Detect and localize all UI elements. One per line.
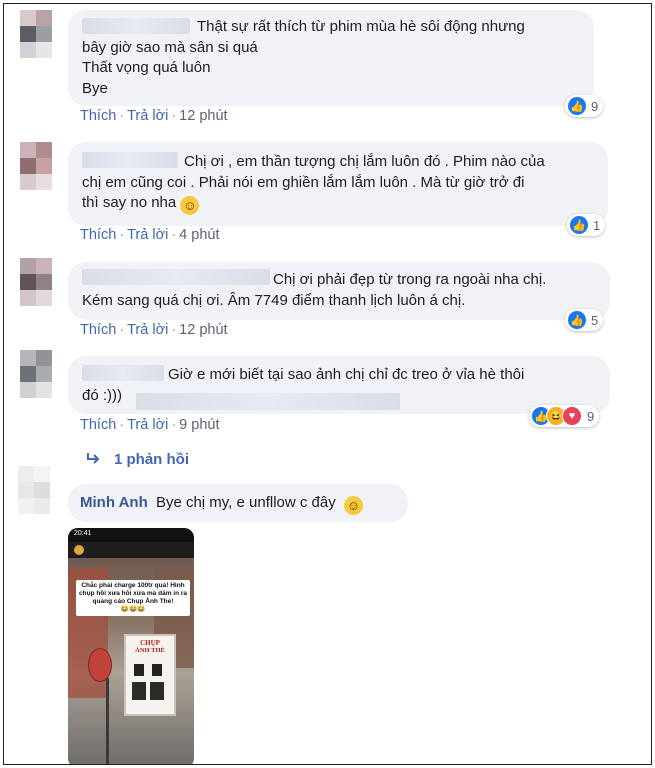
- separator-dot: ·: [119, 227, 125, 243]
- comment-line: thì say no nha ☺: [82, 193, 608, 215]
- avatar[interactable]: [18, 466, 50, 514]
- status-time: 20:41: [74, 530, 92, 537]
- reaction-count: 9: [587, 408, 595, 424]
- profile-icon: [74, 545, 84, 555]
- reply-link[interactable]: Trả lời: [127, 322, 168, 338]
- comment-thread: Thật sự rất thích từ phim mùa hè sôi độn…: [3, 3, 652, 765]
- like-link[interactable]: Thích: [80, 417, 116, 433]
- like-link[interactable]: Thích: [80, 227, 116, 243]
- comment-bubble: Chị ơi phải đẹp từ trong ra ngoài nha ch…: [68, 262, 610, 320]
- sign-pole: [106, 678, 109, 764]
- comment-line: Giờ e mới biết tại sao ảnh chị chỉ đc tr…: [168, 366, 525, 383]
- reply-text: Bye chị my, e unfllow c đây: [155, 494, 336, 511]
- love-reaction-icon: ♥: [562, 406, 582, 426]
- like-reaction-icon: 👍: [570, 216, 588, 234]
- view-replies-link[interactable]: 1 phản hồi: [86, 451, 189, 468]
- comment-actions: Thích · Trả lời · 12 phút: [80, 322, 228, 338]
- comment-line: chị em cũng coi . Phải nói em ghiền lắm …: [82, 173, 525, 191]
- separator-dot: ·: [171, 417, 177, 433]
- separator-dot: ·: [171, 322, 177, 338]
- timestamp[interactable]: 4 phút: [179, 227, 219, 243]
- comment-line: Chị ơi phải đẹp từ trong ra ngoài nha ch…: [273, 271, 547, 288]
- timestamp[interactable]: 12 phút: [179, 108, 227, 124]
- reply-link[interactable]: Trả lời: [127, 227, 168, 243]
- reaction-summary[interactable]: 👍 😆 ♥ 9: [529, 405, 600, 427]
- avatar[interactable]: [20, 10, 52, 58]
- reply-link[interactable]: Trả lời: [127, 108, 168, 124]
- comment-line: bây giờ sao mà sân si quá: [82, 38, 258, 56]
- reply-bubble: Minh Anh Bye chị my, e unfllow c đây ☺: [68, 484, 408, 522]
- reaction-summary[interactable]: 👍 1: [567, 214, 606, 236]
- timestamp[interactable]: 9 phút: [179, 417, 219, 433]
- avatar[interactable]: [20, 258, 52, 306]
- photo-sign: CHỤP ẢNH THẺ: [124, 634, 176, 716]
- view-replies-label[interactable]: 1 phản hồi: [114, 451, 189, 468]
- reaction-summary[interactable]: 👍 9: [565, 95, 604, 117]
- like-link[interactable]: Thích: [80, 108, 116, 124]
- comment-line: Chị ơi , em thần tượng chị lắm luôn đó .…: [184, 153, 545, 170]
- comment-line: Thật sự rất thích từ phim mùa hè sôi độn…: [197, 18, 525, 35]
- like-link[interactable]: Thích: [80, 322, 116, 338]
- comment-line: Bye: [82, 79, 108, 97]
- sign-title: ẢNH THẺ: [135, 647, 165, 654]
- comment-line: Kém sang quá chị ơi. Âm 7749 điểm thanh …: [82, 291, 466, 309]
- comment-bubble: Chị ơi , em thần tượng chị lắm luôn đó .…: [68, 142, 608, 226]
- smile-emoji-icon: ☺: [180, 196, 200, 215]
- separator-dot: ·: [119, 322, 125, 338]
- reaction-summary[interactable]: 👍 5: [565, 309, 604, 331]
- attached-photo[interactable]: 20:41 Chắc phải charge 100tr quá! Hình c…: [68, 528, 194, 764]
- comment-actions: Thích · Trả lời · 12 phút: [80, 108, 228, 124]
- sign-photo: [152, 664, 162, 676]
- like-reaction-icon: 👍: [568, 311, 586, 329]
- reply-arrow-icon: [86, 451, 100, 468]
- separator-dot: ·: [119, 108, 125, 124]
- separator-dot: ·: [171, 108, 177, 124]
- separator-dot: ·: [119, 417, 125, 433]
- comment-line: Thất vọng quá luôn: [82, 59, 211, 76]
- reply-link[interactable]: Trả lời: [127, 417, 168, 433]
- comment-line: đó :))): [82, 386, 123, 404]
- comment-actions: Thích · Trả lời · 4 phút: [80, 227, 219, 243]
- sign-title: CHỤP: [140, 639, 160, 647]
- avatar[interactable]: [20, 350, 52, 398]
- sign-photo: [150, 682, 164, 700]
- smile-emoji-icon: ☺: [343, 496, 363, 515]
- comment-bubble: Giờ e mới biết tại sao ảnh chị chỉ đc tr…: [68, 356, 610, 414]
- reaction-count: 1: [593, 217, 601, 233]
- reply-author-name[interactable]: Minh Anh: [80, 494, 148, 511]
- story-header: [68, 542, 194, 558]
- reaction-count: 9: [591, 98, 599, 114]
- timestamp[interactable]: 12 phút: [179, 322, 227, 338]
- comment-bubble: Thật sự rất thích từ phim mùa hè sôi độn…: [68, 10, 594, 106]
- reaction-count: 5: [591, 312, 599, 328]
- avatar[interactable]: [20, 142, 52, 190]
- lantern-decoration: [88, 648, 112, 682]
- separator-dot: ·: [171, 227, 177, 243]
- like-reaction-icon: 👍: [568, 97, 586, 115]
- comment-actions: Thích · Trả lời · 9 phút: [80, 417, 219, 433]
- photo-caption: Chắc phải charge 100tr quá! Hình chụp hồ…: [76, 580, 190, 616]
- sign-photo: [134, 664, 144, 676]
- sign-photo: [132, 682, 146, 700]
